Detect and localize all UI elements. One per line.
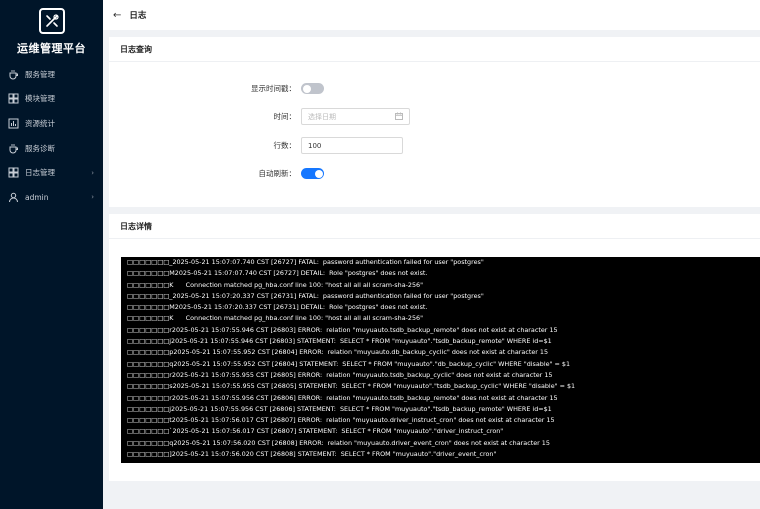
cup-icon [8, 69, 19, 80]
lines-label: 行数： [273, 141, 297, 150]
log-line: □□□□□□□K Connection matched pg_hba.conf … [127, 314, 424, 323]
date-picker-input[interactable]: 选择日期 [301, 108, 410, 125]
log-line: □□□□□□□]2025-05-21 15:07:56.020 CST [268… [127, 450, 497, 459]
sidebar-item-module-management[interactable]: 模块管理 [0, 87, 103, 112]
log-line: □□□□□□□`2025-05-21 15:07:56.017 CST [268… [127, 427, 504, 436]
toggle-knob [302, 84, 311, 93]
sidebar-item-label: 模块管理 [25, 94, 55, 104]
log-line: □□□□□□□_2025-05-21 15:07:20.337 CST [267… [127, 291, 484, 300]
log-line: □□□□□□□r2025-05-21 15:07:55.955 CST [268… [127, 370, 553, 379]
log-line: □□□□□□□q2025-05-21 15:07:55.952 CST [268… [127, 359, 571, 368]
app-title: 运维管理平台 [17, 42, 86, 55]
calendar-icon [395, 112, 403, 122]
date-placeholder: 选择日期 [308, 112, 336, 121]
show-timestamp-toggle[interactable] [301, 83, 324, 94]
log-details-card: 日志详情 □□□□□□□_2025-05-21 15:07:07.740 CST… [109, 214, 760, 481]
log-line: □□□□□□□j2025-05-21 15:07:55.946 CST [268… [127, 337, 552, 346]
arrow-left-icon[interactable]: ← [113, 10, 121, 21]
chevron-right-icon: › [91, 168, 94, 177]
log-output[interactable]: □□□□□□□_2025-05-21 15:07:07.740 CST [267… [121, 257, 760, 463]
sidebar-item-service-management[interactable]: 服务管理 [0, 62, 103, 87]
card-title: 日志详情 [120, 222, 152, 231]
log-line: □□□□□□□s2025-05-21 15:07:55.955 CST [268… [127, 382, 576, 391]
divider [109, 61, 760, 62]
show-timestamp-label: 显示时间戳： [251, 84, 296, 93]
log-line: □□□□□□□M2025-05-21 15:07:07.740 CST [267… [127, 269, 428, 278]
log-line: □□□□□□□M2025-05-21 15:07:20.337 CST [267… [127, 303, 428, 312]
sidebar-item-service-diagnosis[interactable]: 服务诊断 [0, 136, 103, 161]
bar-chart-icon [8, 118, 19, 129]
sidebar: 运维管理平台 服务管理 模块管理 资源统计 服务诊断 日志管理 › admin … [0, 0, 103, 509]
tools-logo-icon [38, 8, 65, 34]
sidebar-item-label: admin [25, 192, 49, 202]
sidebar-item-label: 服务诊断 [25, 143, 55, 153]
log-line: □□□□□□□K Connection matched pg_hba.conf … [127, 280, 424, 289]
sidebar-menu: 服务管理 模块管理 资源统计 服务诊断 日志管理 › admin › [0, 62, 103, 210]
log-line: □□□□□□□p2025-05-21 15:07:55.952 CST [268… [127, 348, 549, 357]
user-icon [8, 192, 19, 203]
lines-row: 行数： 100 [236, 137, 403, 154]
grid-icon [8, 93, 19, 104]
log-line: □□□□□□□q2025-05-21 15:07:56.020 CST [268… [127, 438, 550, 447]
lines-input[interactable]: 100 [301, 137, 403, 154]
show-timestamp-row: 显示时间戳： [236, 83, 324, 94]
time-label: 时间： [273, 112, 297, 121]
sidebar-item-admin[interactable]: admin › [0, 185, 103, 210]
sidebar-item-resource-stats[interactable]: 资源统计 [0, 111, 103, 136]
log-line: □□□□□□□t2025-05-21 15:07:56.017 CST [268… [127, 416, 555, 425]
divider [109, 238, 760, 239]
time-row: 时间： 选择日期 [236, 108, 410, 125]
log-line: □□□□□□□r2025-05-21 15:07:55.956 CST [268… [127, 393, 558, 402]
toggle-knob [314, 169, 323, 178]
auto-refresh-label: 自动刷新： [258, 169, 297, 178]
grid-icon [8, 167, 19, 178]
auto-refresh-toggle[interactable] [301, 168, 324, 179]
sidebar-item-label: 日志管理 [25, 168, 55, 178]
log-line: □□□□□□□_2025-05-21 15:07:07.740 CST [267… [127, 258, 484, 266]
sidebar-item-label: 服务管理 [25, 69, 55, 79]
card-title: 日志查询 [120, 45, 152, 54]
log-line: □□□□□□□j2025-05-21 15:07:55.956 CST [268… [127, 404, 552, 413]
cup-icon [8, 143, 19, 154]
log-line: □□□□□□□r2025-05-21 15:07:55.946 CST [268… [127, 325, 558, 334]
page-title: 日志 [129, 11, 147, 21]
log-query-card: 日志查询 显示时间戳： 时间： 选择日期 行数： 100 自动刷新： [109, 37, 760, 207]
sidebar-item-label: 资源统计 [25, 118, 55, 128]
page-header: ← 日志 [103, 0, 760, 30]
sidebar-item-log-management[interactable]: 日志管理 › [0, 160, 103, 185]
chevron-right-icon: › [91, 193, 94, 202]
auto-refresh-row: 自动刷新： [236, 168, 324, 179]
